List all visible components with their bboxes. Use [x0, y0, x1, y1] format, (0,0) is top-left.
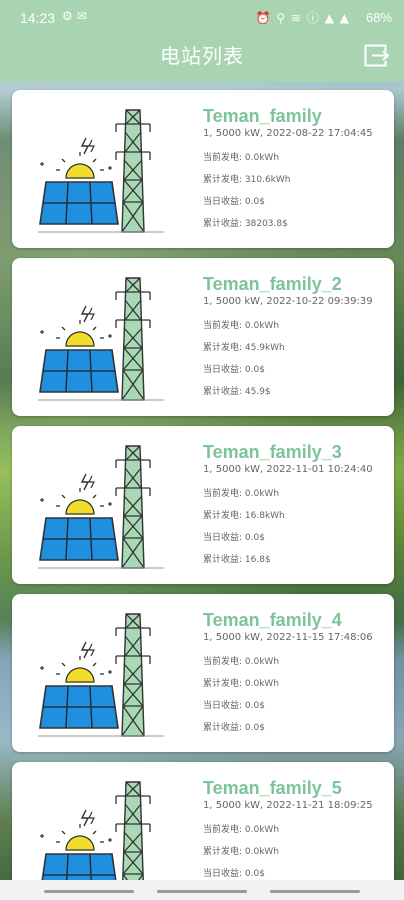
total-power-row: 累计发电: 0.0kWh: [203, 844, 279, 857]
total-income-value: 38203.8$: [244, 219, 288, 229]
station-name: Teman_family_3: [203, 442, 342, 462]
nav-handle[interactable]: [44, 890, 134, 893]
today-income-value: 0.0$: [244, 197, 265, 207]
current-power-row: 当前发电: 0.0kWh: [203, 486, 279, 499]
current-power-value: 0.0kWh: [244, 657, 280, 667]
current-power-value: 0.0kWh: [244, 825, 280, 835]
station-card[interactable]: Teman_family_4 1, 5000 kW, 2022-11-15 17…: [12, 594, 394, 752]
current-power-row: 当前发电: 0.0kWh: [203, 822, 279, 835]
station-meta: 1, 5000 kW, 2022-08-22 17:04:45: [203, 128, 373, 139]
station-meta: 1, 5000 kW, 2022-11-15 17:48:06: [203, 632, 373, 643]
status-time: 14:23: [20, 10, 56, 26]
station-card[interactable]: Teman_family 1, 5000 kW, 2022-08-22 17:0…: [12, 90, 394, 248]
total-power-value: 45.9kWh: [244, 343, 285, 353]
today-income-row: 当日收益: 0.0$: [203, 866, 265, 879]
app-bar: 14:23 ⚙ ✉ ⏰ ⚲ ≋ ⓘ ▲ ▲ 68% 电站列表: [0, 0, 404, 82]
station-name: Teman_family_4: [203, 610, 342, 630]
station-meta: 1, 5000 kW, 2022-11-21 18:09:25: [203, 800, 373, 811]
total-income-label: 累计收益:: [203, 219, 245, 229]
system-icons: ⏰ ⚲ ≋ ⓘ ▲ ▲: [255, 11, 350, 25]
current-power-label: 当前发电:: [203, 657, 245, 667]
station-card[interactable]: Teman_family_5 1, 5000 kW, 2022-11-21 18…: [12, 762, 394, 888]
total-power-row: 累计发电: 16.8kWh: [203, 508, 285, 521]
today-income-value: 0.0$: [244, 701, 265, 711]
total-power-value: 310.6kWh: [244, 175, 291, 185]
total-power-row: 累计发电: 45.9kWh: [203, 340, 285, 353]
station-meta: 1, 5000 kW, 2022-11-01 10:24:40: [203, 464, 373, 475]
total-power-label: 累计发电:: [203, 847, 245, 857]
total-income-value: 16.8$: [244, 555, 271, 565]
total-power-value: 16.8kWh: [244, 511, 285, 521]
station-name: Teman_family_2: [203, 274, 342, 294]
total-power-label: 累计发电:: [203, 175, 245, 185]
today-income-label: 当日收益:: [203, 533, 245, 543]
total-power-value: 0.0kWh: [244, 679, 280, 689]
total-power-row: 累计发电: 0.0kWh: [203, 676, 279, 689]
total-power-label: 累计发电:: [203, 343, 245, 353]
nav-handle[interactable]: [157, 890, 247, 893]
current-power-label: 当前发电:: [203, 321, 245, 331]
current-power-value: 0.0kWh: [244, 153, 280, 163]
today-income-row: 当日收益: 0.0$: [203, 530, 265, 543]
solar-station-icon: [38, 109, 164, 233]
current-power-value: 0.0kWh: [244, 489, 280, 499]
total-power-label: 累计发电:: [203, 511, 245, 521]
today-income-label: 当日收益:: [203, 701, 245, 711]
today-income-value: 0.0$: [244, 533, 265, 543]
station-card[interactable]: Teman_family_3 1, 5000 kW, 2022-11-01 10…: [12, 426, 394, 584]
total-income-row: 累计收益: 16.8$: [203, 552, 271, 565]
today-income-value: 0.0$: [244, 365, 265, 375]
solar-station-icon: [38, 613, 164, 737]
system-nav-bar: [0, 880, 404, 900]
station-list[interactable]: Teman_family 1, 5000 kW, 2022-08-22 17:0…: [0, 82, 404, 888]
today-income-label: 当日收益:: [203, 365, 245, 375]
total-income-label: 累计收益:: [203, 723, 245, 733]
solar-station-icon: [40, 781, 151, 888]
today-income-label: 当日收益:: [203, 197, 245, 207]
today-income-row: 当日收益: 0.0$: [203, 194, 265, 207]
today-income-value: 0.0$: [244, 869, 265, 879]
today-income-row: 当日收益: 0.0$: [203, 362, 265, 375]
total-power-value: 0.0kWh: [244, 847, 280, 857]
solar-station-icon: [38, 277, 164, 401]
battery-level: 68%: [365, 10, 392, 25]
logout-icon[interactable]: [364, 44, 390, 68]
current-power-row: 当前发电: 0.0kWh: [203, 150, 279, 163]
station-name: Teman_family: [203, 106, 322, 126]
solar-station-icon: [38, 445, 164, 569]
station-name: Teman_family_5: [203, 778, 342, 798]
total-income-label: 累计收益:: [203, 387, 245, 397]
total-power-row: 累计发电: 310.6kWh: [203, 172, 291, 185]
station-card[interactable]: Teman_family_2 1, 5000 kW, 2022-10-22 09…: [12, 258, 394, 416]
current-power-row: 当前发电: 0.0kWh: [203, 654, 279, 667]
current-power-label: 当前发电:: [203, 153, 245, 163]
station-meta: 1, 5000 kW, 2022-10-22 09:39:39: [203, 296, 373, 307]
total-income-row: 累计收益: 45.9$: [203, 384, 271, 397]
nav-handle[interactable]: [270, 890, 360, 893]
today-income-row: 当日收益: 0.0$: [203, 698, 265, 711]
total-income-label: 累计收益:: [203, 555, 245, 565]
total-income-row: 累计收益: 38203.8$: [203, 216, 288, 229]
current-power-label: 当前发电:: [203, 489, 245, 499]
total-income-value: 45.9$: [244, 387, 271, 397]
notification-icons: ⚙ ✉: [62, 9, 87, 23]
current-power-label: 当前发电:: [203, 825, 245, 835]
page-title: 电站列表: [160, 44, 244, 68]
status-bar: 14:23 ⚙ ✉ ⏰ ⚲ ≋ ⓘ ▲ ▲ 68%: [0, 0, 404, 34]
current-power-value: 0.0kWh: [244, 321, 280, 331]
total-income-row: 累计收益: 0.0$: [203, 720, 265, 733]
today-income-label: 当日收益:: [203, 869, 245, 879]
total-power-label: 累计发电:: [203, 679, 245, 689]
current-power-row: 当前发电: 0.0kWh: [203, 318, 279, 331]
total-income-value: 0.0$: [244, 723, 265, 733]
